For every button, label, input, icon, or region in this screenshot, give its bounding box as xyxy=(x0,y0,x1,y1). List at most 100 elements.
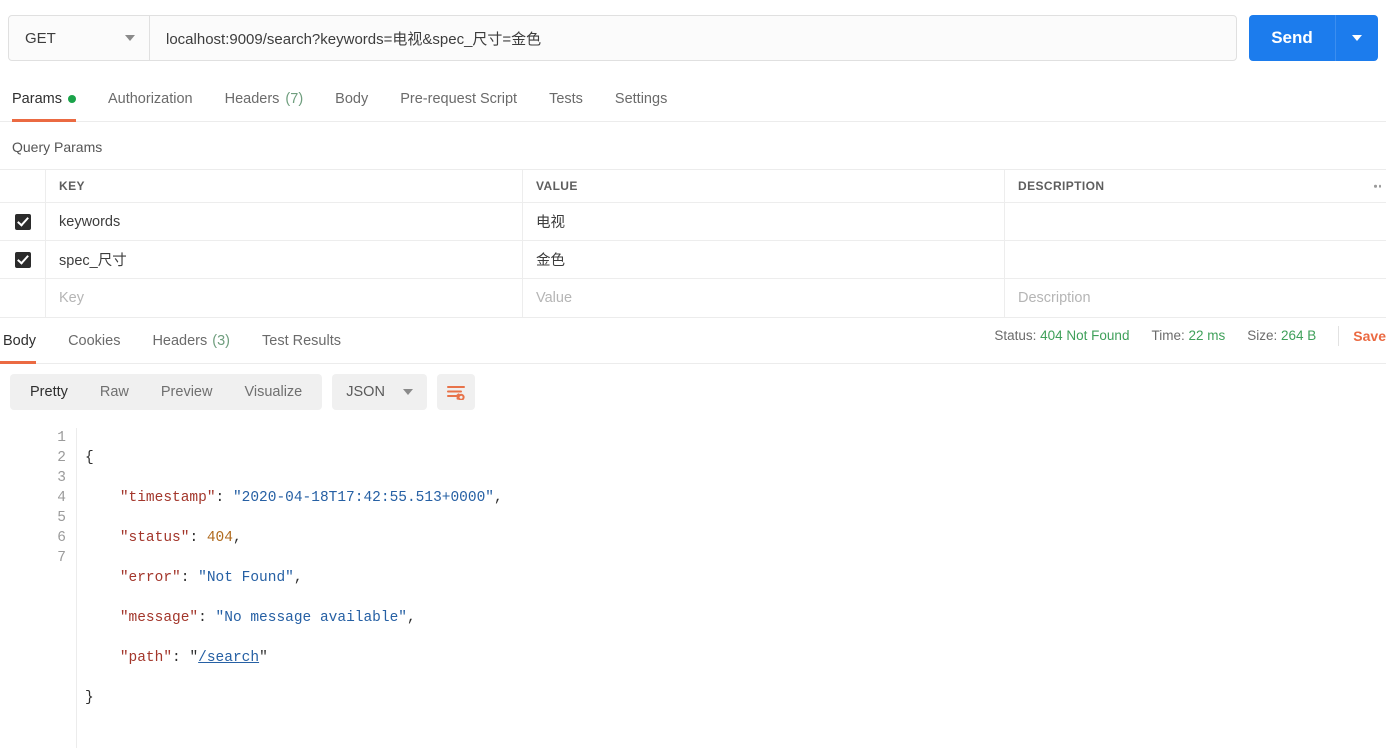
code-content[interactable]: { "timestamp": "2020-04-18T17:42:55.513+… xyxy=(76,428,1386,748)
new-row-description-input[interactable]: Description xyxy=(1005,279,1386,317)
response-tab-cookies[interactable]: Cookies xyxy=(52,318,136,363)
view-mode-segment: Pretty Raw Preview Visualize xyxy=(10,374,323,410)
word-wrap-icon xyxy=(446,386,465,400)
tab-params-label: Params xyxy=(12,90,62,107)
save-response-link[interactable]: Save xyxy=(1353,328,1386,344)
response-tabs: Body Cookies Headers (3) Test Results xyxy=(0,318,357,364)
code-line: "error": "Not Found", xyxy=(119,570,303,586)
method-url-group: GET xyxy=(8,15,1237,61)
tab-body[interactable]: Body xyxy=(319,76,384,121)
new-row-key-input[interactable]: Key xyxy=(46,279,523,317)
code-line: "path": "/search" xyxy=(119,650,268,666)
send-button[interactable]: Send xyxy=(1249,15,1336,61)
status-label: Status: xyxy=(994,328,1037,343)
response-body-code: 1 2 3 4 5 6 7 { "timestamp": "2020-04-18… xyxy=(0,420,1386,748)
meta-divider xyxy=(1338,325,1340,346)
status-value: 404 Not Found xyxy=(1040,328,1130,343)
row-checkbox-cell xyxy=(0,241,46,278)
query-params-title: Query Params xyxy=(12,139,103,155)
tab-settings-label: Settings xyxy=(614,90,668,107)
row-value[interactable]: 电视 xyxy=(523,203,1005,240)
http-method-select[interactable]: GET xyxy=(9,16,150,60)
response-tab-body-label: Body xyxy=(3,332,37,349)
code-line: "timestamp": "2020-04-18T17:42:55.513+00… xyxy=(119,490,503,506)
response-tab-headers-label: Headers xyxy=(152,332,208,349)
row-key[interactable]: keywords xyxy=(46,203,523,240)
tab-tests[interactable]: Tests xyxy=(533,76,599,121)
query-params-table: KEY VALUE DESCRIPTION keywords 电视 spec_尺… xyxy=(0,169,1386,318)
response-tab-headers[interactable]: Headers (3) xyxy=(136,318,246,363)
line-number: 1 xyxy=(57,430,66,446)
status-meta: Status: 404 Not Found xyxy=(994,328,1129,343)
tab-headers[interactable]: Headers (7) xyxy=(209,76,320,121)
row-checkbox-cell xyxy=(0,279,46,317)
response-format-label: JSON xyxy=(346,384,385,400)
tab-headers-count: (7) xyxy=(285,90,304,107)
size-meta: Size: 264 B xyxy=(1247,328,1316,343)
line-number: 7 xyxy=(57,550,66,566)
chevron-down-icon xyxy=(125,35,135,41)
code-line-numbers: 1 2 3 4 5 6 7 xyxy=(0,428,76,748)
tab-pre-request-script[interactable]: Pre-request Script xyxy=(384,76,533,121)
json-value-error: "Not Found" xyxy=(198,570,294,586)
http-method-label: GET xyxy=(25,29,56,47)
json-value-path[interactable]: /search xyxy=(198,650,259,666)
table-row-empty: Key Value Description xyxy=(0,279,1386,317)
header-check-cell xyxy=(0,170,46,202)
line-number: 3 xyxy=(57,470,66,486)
response-tab-test-results[interactable]: Test Results xyxy=(246,318,357,363)
response-bar: Body Cookies Headers (3) Test Results St… xyxy=(0,318,1386,364)
column-header-description: DESCRIPTION xyxy=(1005,170,1386,202)
url-input[interactable] xyxy=(150,16,1236,60)
response-tab-cookies-label: Cookies xyxy=(68,332,121,349)
tab-headers-label: Headers xyxy=(224,90,280,107)
row-key[interactable]: spec_尺寸 xyxy=(46,241,523,278)
code-line: "message": "No message available", xyxy=(119,610,416,626)
table-row: keywords 电视 xyxy=(0,203,1386,241)
tab-authorization-label: Authorization xyxy=(107,90,193,107)
view-mode-visualize[interactable]: Visualize xyxy=(228,374,318,410)
row-checkbox-checked-icon[interactable] xyxy=(14,213,31,230)
column-header-key: KEY xyxy=(46,170,523,202)
code-line: } xyxy=(85,690,94,706)
tab-pre-request-script-label: Pre-request Script xyxy=(400,90,518,107)
response-viewer-toolbar: Pretty Raw Preview Visualize JSON xyxy=(0,364,1386,420)
size-label: Size: xyxy=(1247,328,1278,343)
tab-tests-label: Tests xyxy=(549,90,583,107)
tab-params[interactable]: Params xyxy=(12,76,92,122)
line-number: 2 xyxy=(57,450,66,466)
line-number: 6 xyxy=(57,530,66,546)
view-mode-raw[interactable]: Raw xyxy=(84,374,145,410)
table-row: spec_尺寸 金色 xyxy=(0,241,1386,279)
response-tab-headers-count: (3) xyxy=(212,332,230,349)
tab-authorization[interactable]: Authorization xyxy=(92,76,209,121)
send-options-button[interactable] xyxy=(1336,15,1378,61)
time-label: Time: xyxy=(1151,328,1185,343)
response-format-select[interactable]: JSON xyxy=(332,374,427,410)
view-mode-pretty[interactable]: Pretty xyxy=(14,374,84,410)
time-meta: Time: 22 ms xyxy=(1151,328,1225,343)
time-value: 22 ms xyxy=(1188,328,1226,343)
row-checkbox-checked-icon[interactable] xyxy=(14,251,31,268)
response-tab-test-results-label: Test Results xyxy=(262,332,341,349)
json-value-message: "No message available" xyxy=(215,610,407,626)
tab-settings[interactable]: Settings xyxy=(599,76,683,121)
new-row-value-input[interactable]: Value xyxy=(523,279,1005,317)
response-tab-body[interactable]: Body xyxy=(0,318,52,364)
bulk-edit-more-icon[interactable] xyxy=(1374,184,1381,188)
column-header-value: VALUE xyxy=(523,170,1005,202)
word-wrap-toggle-button[interactable] xyxy=(436,374,475,410)
code-line: "status": 404, xyxy=(119,530,242,546)
chevron-down-icon xyxy=(402,389,413,395)
json-value-status: 404 xyxy=(206,530,233,546)
request-tabs: Params Authorization Headers (7) Body Pr… xyxy=(0,76,1386,122)
row-value[interactable]: 金色 xyxy=(523,241,1005,278)
row-description[interactable] xyxy=(1005,241,1386,278)
table-header-row: KEY VALUE DESCRIPTION xyxy=(0,170,1386,203)
params-modified-dot-icon xyxy=(67,94,76,103)
send-button-group: Send xyxy=(1249,15,1378,61)
view-mode-preview[interactable]: Preview xyxy=(145,374,229,410)
line-number: 4 xyxy=(57,490,66,506)
row-description[interactable] xyxy=(1005,203,1386,240)
column-header-description-label: DESCRIPTION xyxy=(1018,179,1105,193)
